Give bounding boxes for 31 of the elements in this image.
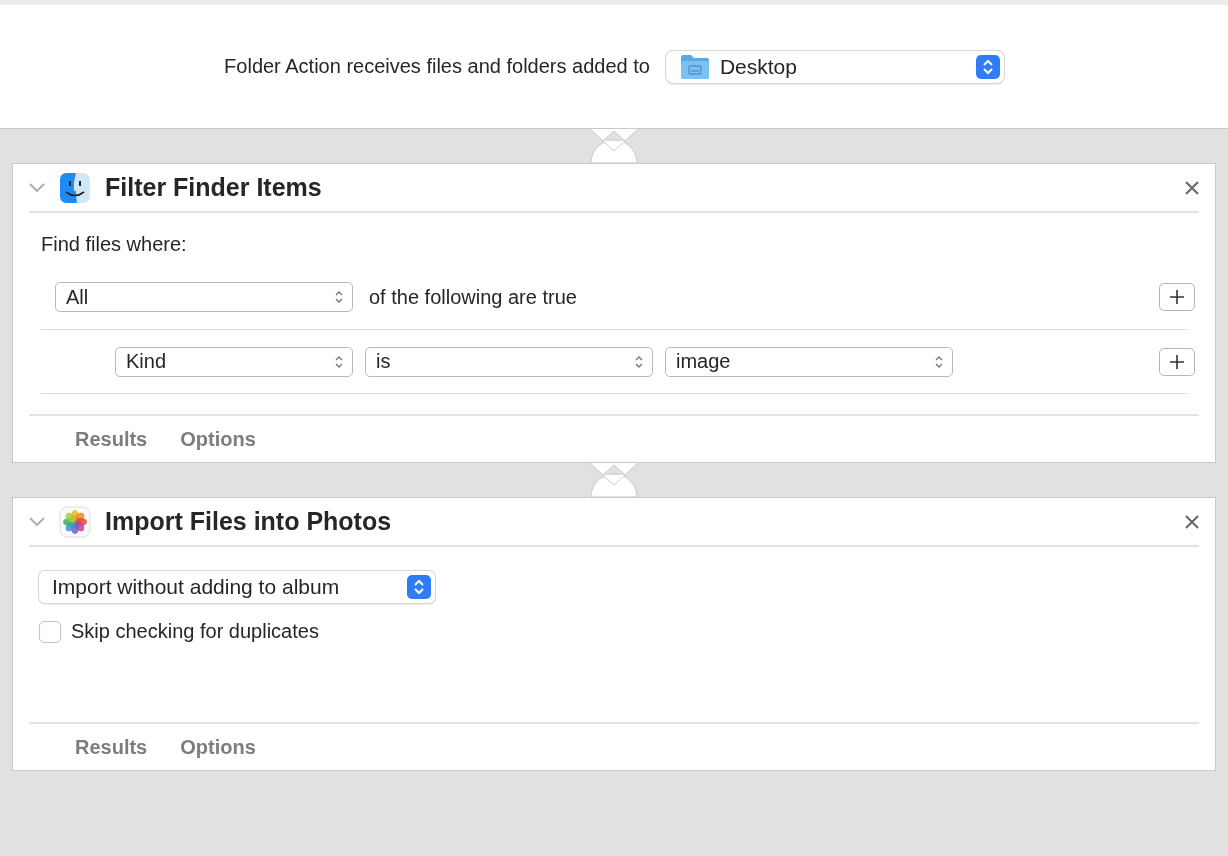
plus-icon [1169, 353, 1185, 370]
folder-icon [679, 53, 710, 80]
action-title: Filter Finder Items [105, 173, 322, 202]
find-files-label: Find files where: [41, 233, 188, 257]
close-icon [1185, 180, 1199, 195]
checkbox-label: Skip checking for duplicates [71, 620, 319, 643]
plus-icon [1169, 289, 1185, 305]
footer-tab[interactable]: Options [180, 427, 256, 451]
stepper-icon [975, 54, 1000, 79]
close-icon [1185, 514, 1199, 529]
add-criterion-button[interactable] [1159, 347, 1195, 376]
folder-action-label: Folder Action receives files and folders added to [224, 55, 650, 78]
action-title: Import Files into Photos [105, 507, 392, 536]
close-button[interactable] [1185, 180, 1199, 195]
criteria-popup[interactable]: Kind [115, 346, 353, 377]
album-popup[interactable]: Import without adding to album [39, 571, 435, 603]
footer-tab[interactable]: Results [75, 735, 148, 759]
flower-icon [59, 505, 91, 538]
stepper-icon [407, 575, 431, 599]
close-button[interactable] [1185, 514, 1199, 529]
smiling-face-icon [59, 171, 91, 204]
criteria-popup[interactable]: image [665, 346, 953, 377]
stepper-icon [334, 289, 344, 305]
match-label: of the following are true [369, 285, 577, 309]
criteria-popup[interactable]: is [365, 346, 653, 377]
folder-popup[interactable]: Desktop [665, 50, 1004, 83]
add-criterion-button[interactable] [1159, 283, 1195, 311]
footer-tab[interactable]: Options [180, 735, 256, 759]
checkbox[interactable] [39, 620, 61, 643]
match-popup[interactable]: All [55, 282, 353, 312]
footer-tab[interactable]: Results [75, 427, 148, 451]
